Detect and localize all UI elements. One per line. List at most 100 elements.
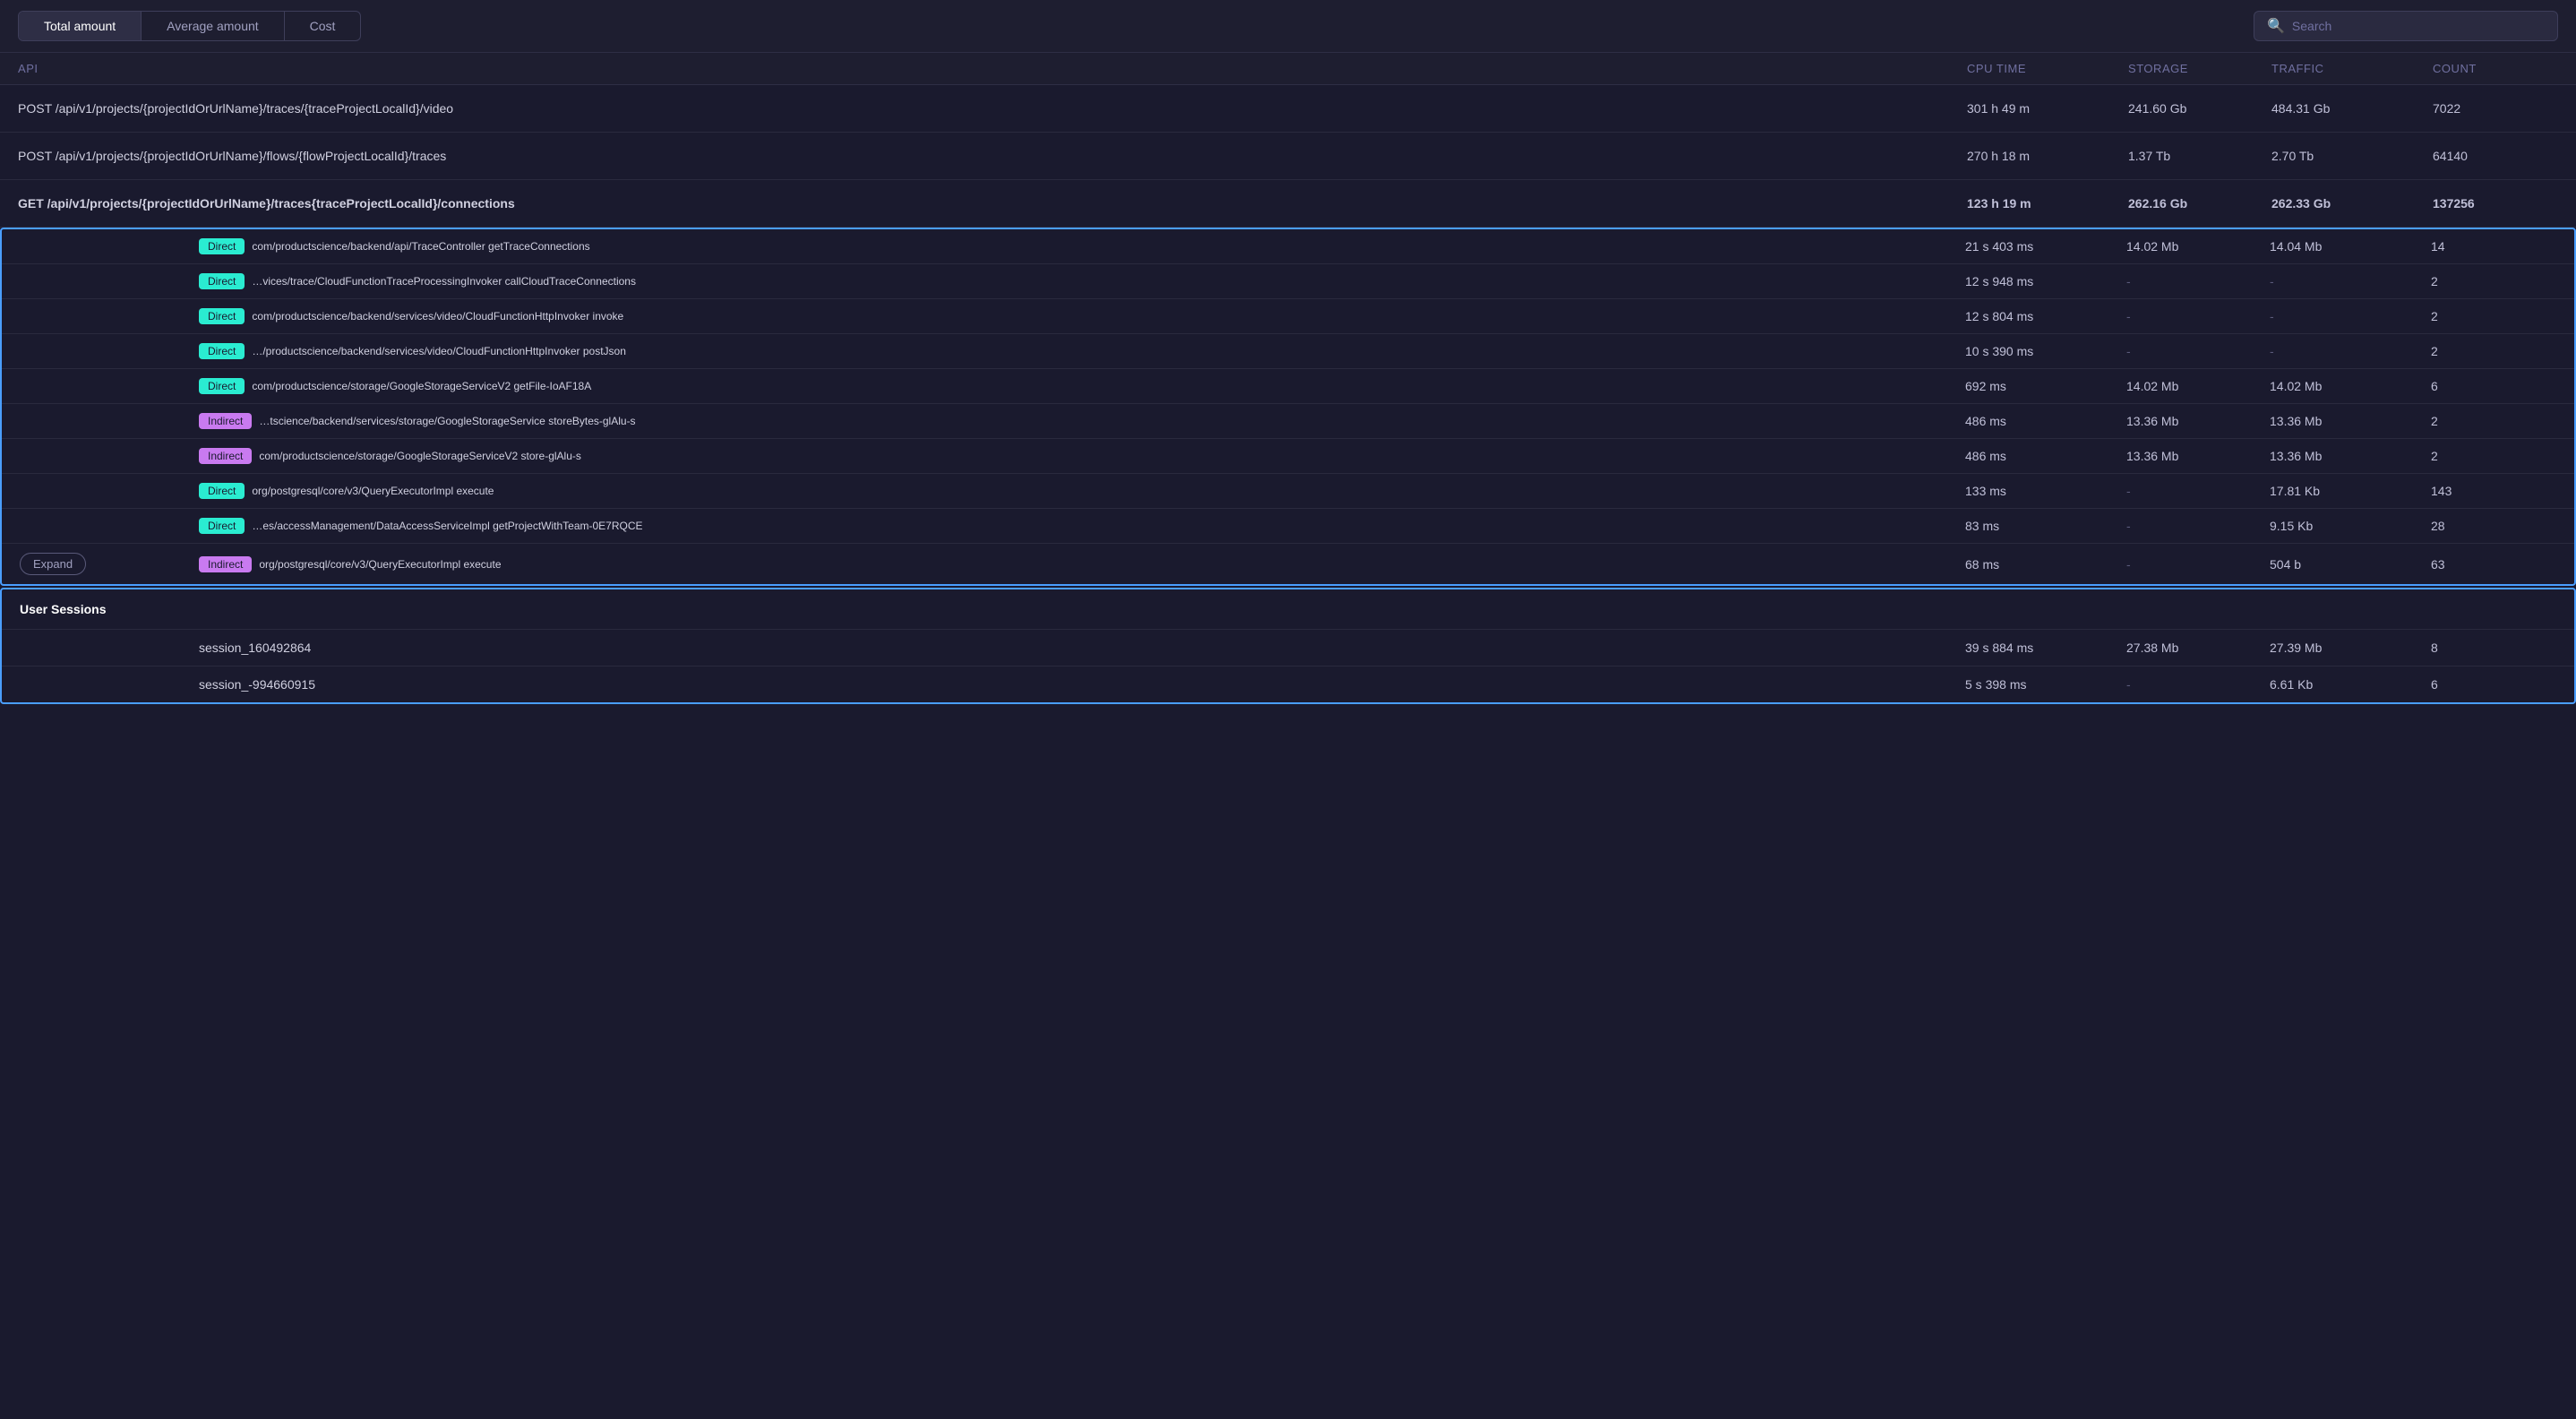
row-storage: 14.02 Mb (2126, 239, 2270, 254)
row-count: 2 (2431, 414, 2556, 428)
top-bar: Total amount Average amount Cost 🔍 (0, 0, 2576, 53)
tab-average-amount[interactable]: Average amount (142, 12, 284, 40)
badge-api-col: Direct …vices/trace/CloudFunctionTracePr… (199, 273, 1965, 289)
badge: Indirect (199, 448, 252, 464)
row-cpu: 301 h 49 m (1967, 101, 2128, 116)
row-count: 2 (2431, 449, 2556, 463)
row-api: com/productscience/storage/GoogleStorage… (252, 380, 591, 392)
expanded-row: Indirect …tscience/backend/services/stor… (2, 404, 2574, 439)
row-cpu: 12 s 948 ms (1965, 274, 2126, 288)
row-cpu: 692 ms (1965, 379, 2126, 393)
row-cpu: 486 ms (1965, 414, 2126, 428)
badge: Indirect (199, 556, 252, 572)
row-api: POST /api/v1/projects/{projectIdOrUrlNam… (18, 101, 1967, 116)
row-cpu: 270 h 18 m (1967, 149, 2128, 163)
row-cpu: 21 s 403 ms (1965, 239, 2126, 254)
search-input[interactable] (2292, 19, 2545, 33)
session-row: session_-994660915 5 s 398 ms - 6.61 Kb … (2, 666, 2574, 702)
row-api: com/productscience/backend/api/TraceCont… (252, 240, 589, 253)
dash: - (2270, 344, 2431, 358)
row-traffic: 14.04 Mb (2270, 239, 2431, 254)
row-count: 64140 (2433, 149, 2558, 163)
badge: Direct (199, 483, 245, 499)
main-rows: POST /api/v1/projects/{projectIdOrUrlNam… (0, 85, 2576, 228)
row-storage: 13.36 Mb (2126, 449, 2270, 463)
row-traffic: 484.31 Gb (2271, 101, 2433, 116)
tab-group: Total amount Average amount Cost (18, 11, 361, 41)
row-storage: 262.16 Gb (2128, 196, 2271, 211)
row-api: org/postgresql/core/v3/QueryExecutorImpl… (252, 485, 494, 497)
user-sessions-section: User Sessions session_160492864 39 s 884… (0, 588, 2576, 704)
dash: - (2126, 309, 2270, 323)
table-row: POST /api/v1/projects/{projectIdOrUrlNam… (0, 133, 2576, 180)
expanded-row: Indirect com/productscience/storage/Goog… (2, 439, 2574, 474)
row-storage: 241.60 Gb (2128, 101, 2271, 116)
row-storage: 13.36 Mb (2126, 414, 2270, 428)
badge: Direct (199, 343, 245, 359)
badge: Direct (199, 378, 245, 394)
badge-api-col: Indirect org/postgresql/core/v3/QueryExe… (199, 556, 1965, 572)
session-header-row: User Sessions (2, 589, 2574, 630)
row-traffic: 13.36 Mb (2270, 449, 2431, 463)
table-container: API CPU time Storage Traffic Count POST … (0, 53, 2576, 704)
row-count: 6 (2431, 379, 2556, 393)
header-storage: Storage (2128, 62, 2271, 75)
row-api: …es/accessManagement/DataAccessServiceIm… (252, 520, 642, 532)
row-traffic: 262.33 Gb (2271, 196, 2433, 211)
tab-total-amount[interactable]: Total amount (19, 12, 142, 40)
expanded-row: Direct …es/accessManagement/DataAccessSe… (2, 509, 2574, 544)
badge: Direct (199, 308, 245, 324)
expanded-section: Direct com/productscience/backend/api/Tr… (0, 228, 2576, 586)
search-box: 🔍 (2254, 11, 2558, 41)
row-api: GET /api/v1/projects/{projectIdOrUrlName… (18, 196, 1967, 211)
dash: - (2126, 344, 2270, 358)
tab-cost[interactable]: Cost (285, 12, 361, 40)
badge: Indirect (199, 413, 252, 429)
row-count: 137256 (2433, 196, 2558, 211)
row-storage: 27.38 Mb (2126, 641, 2270, 655)
session-api: session_-994660915 (199, 677, 1965, 692)
search-icon: 🔍 (2267, 17, 2285, 35)
expanded-row: Direct com/productscience/storage/Google… (2, 369, 2574, 404)
badge-api-col: Direct com/productscience/backend/api/Tr… (199, 238, 1965, 254)
row-count: 143 (2431, 484, 2556, 498)
session-cpu: 5 s 398 ms (1965, 677, 2126, 692)
dash: - (2126, 519, 2270, 533)
badge: Direct (199, 238, 245, 254)
row-cpu: 133 ms (1965, 484, 2126, 498)
session-cpu: 39 s 884 ms (1965, 641, 2126, 655)
session-header-label: User Sessions (20, 602, 199, 616)
expand-button[interactable]: Expand (20, 553, 86, 575)
table-row-selected: GET /api/v1/projects/{projectIdOrUrlName… (0, 180, 2576, 228)
row-traffic: 14.02 Mb (2270, 379, 2431, 393)
header-api: API (18, 62, 1967, 75)
row-api: org/postgresql/core/v3/QueryExecutorImpl… (259, 558, 501, 571)
expanded-row: Direct …/productscience/backend/services… (2, 334, 2574, 369)
header-cpu-time: CPU time (1967, 62, 2128, 75)
header-traffic: Traffic (2271, 62, 2433, 75)
session-count: 8 (2431, 641, 2556, 655)
row-storage: 1.37 Tb (2128, 149, 2271, 163)
row-api: POST /api/v1/projects/{projectIdOrUrlNam… (18, 149, 1967, 163)
row-cpu: 12 s 804 ms (1965, 309, 2126, 323)
dash: - (2126, 484, 2270, 498)
row-count: 28 (2431, 519, 2556, 533)
expanded-row: Expand Indirect org/postgresql/core/v3/Q… (2, 544, 2574, 584)
row-api: …tscience/backend/services/storage/Googl… (259, 415, 635, 427)
row-cpu: 486 ms (1965, 449, 2126, 463)
badge-api-col: Direct com/productscience/backend/servic… (199, 308, 1965, 324)
badge-api-col: Indirect com/productscience/storage/Goog… (199, 448, 1965, 464)
table-header: API CPU time Storage Traffic Count (0, 53, 2576, 85)
row-traffic: 13.36 Mb (2270, 414, 2431, 428)
row-traffic: 2.70 Tb (2271, 149, 2433, 163)
badge-api-col: Direct …/productscience/backend/services… (199, 343, 1965, 359)
row-count: 7022 (2433, 101, 2558, 116)
expanded-row: Direct …vices/trace/CloudFunctionTracePr… (2, 264, 2574, 299)
row-count: 2 (2431, 309, 2556, 323)
row-cpu: 68 ms (1965, 557, 2126, 572)
expanded-row: Direct com/productscience/backend/servic… (2, 299, 2574, 334)
dash: - (2126, 677, 2270, 692)
row-api: …vices/trace/CloudFunctionTraceProcessin… (252, 275, 636, 288)
expand-btn-col: Expand (20, 553, 199, 575)
row-traffic: 504 b (2270, 557, 2431, 572)
